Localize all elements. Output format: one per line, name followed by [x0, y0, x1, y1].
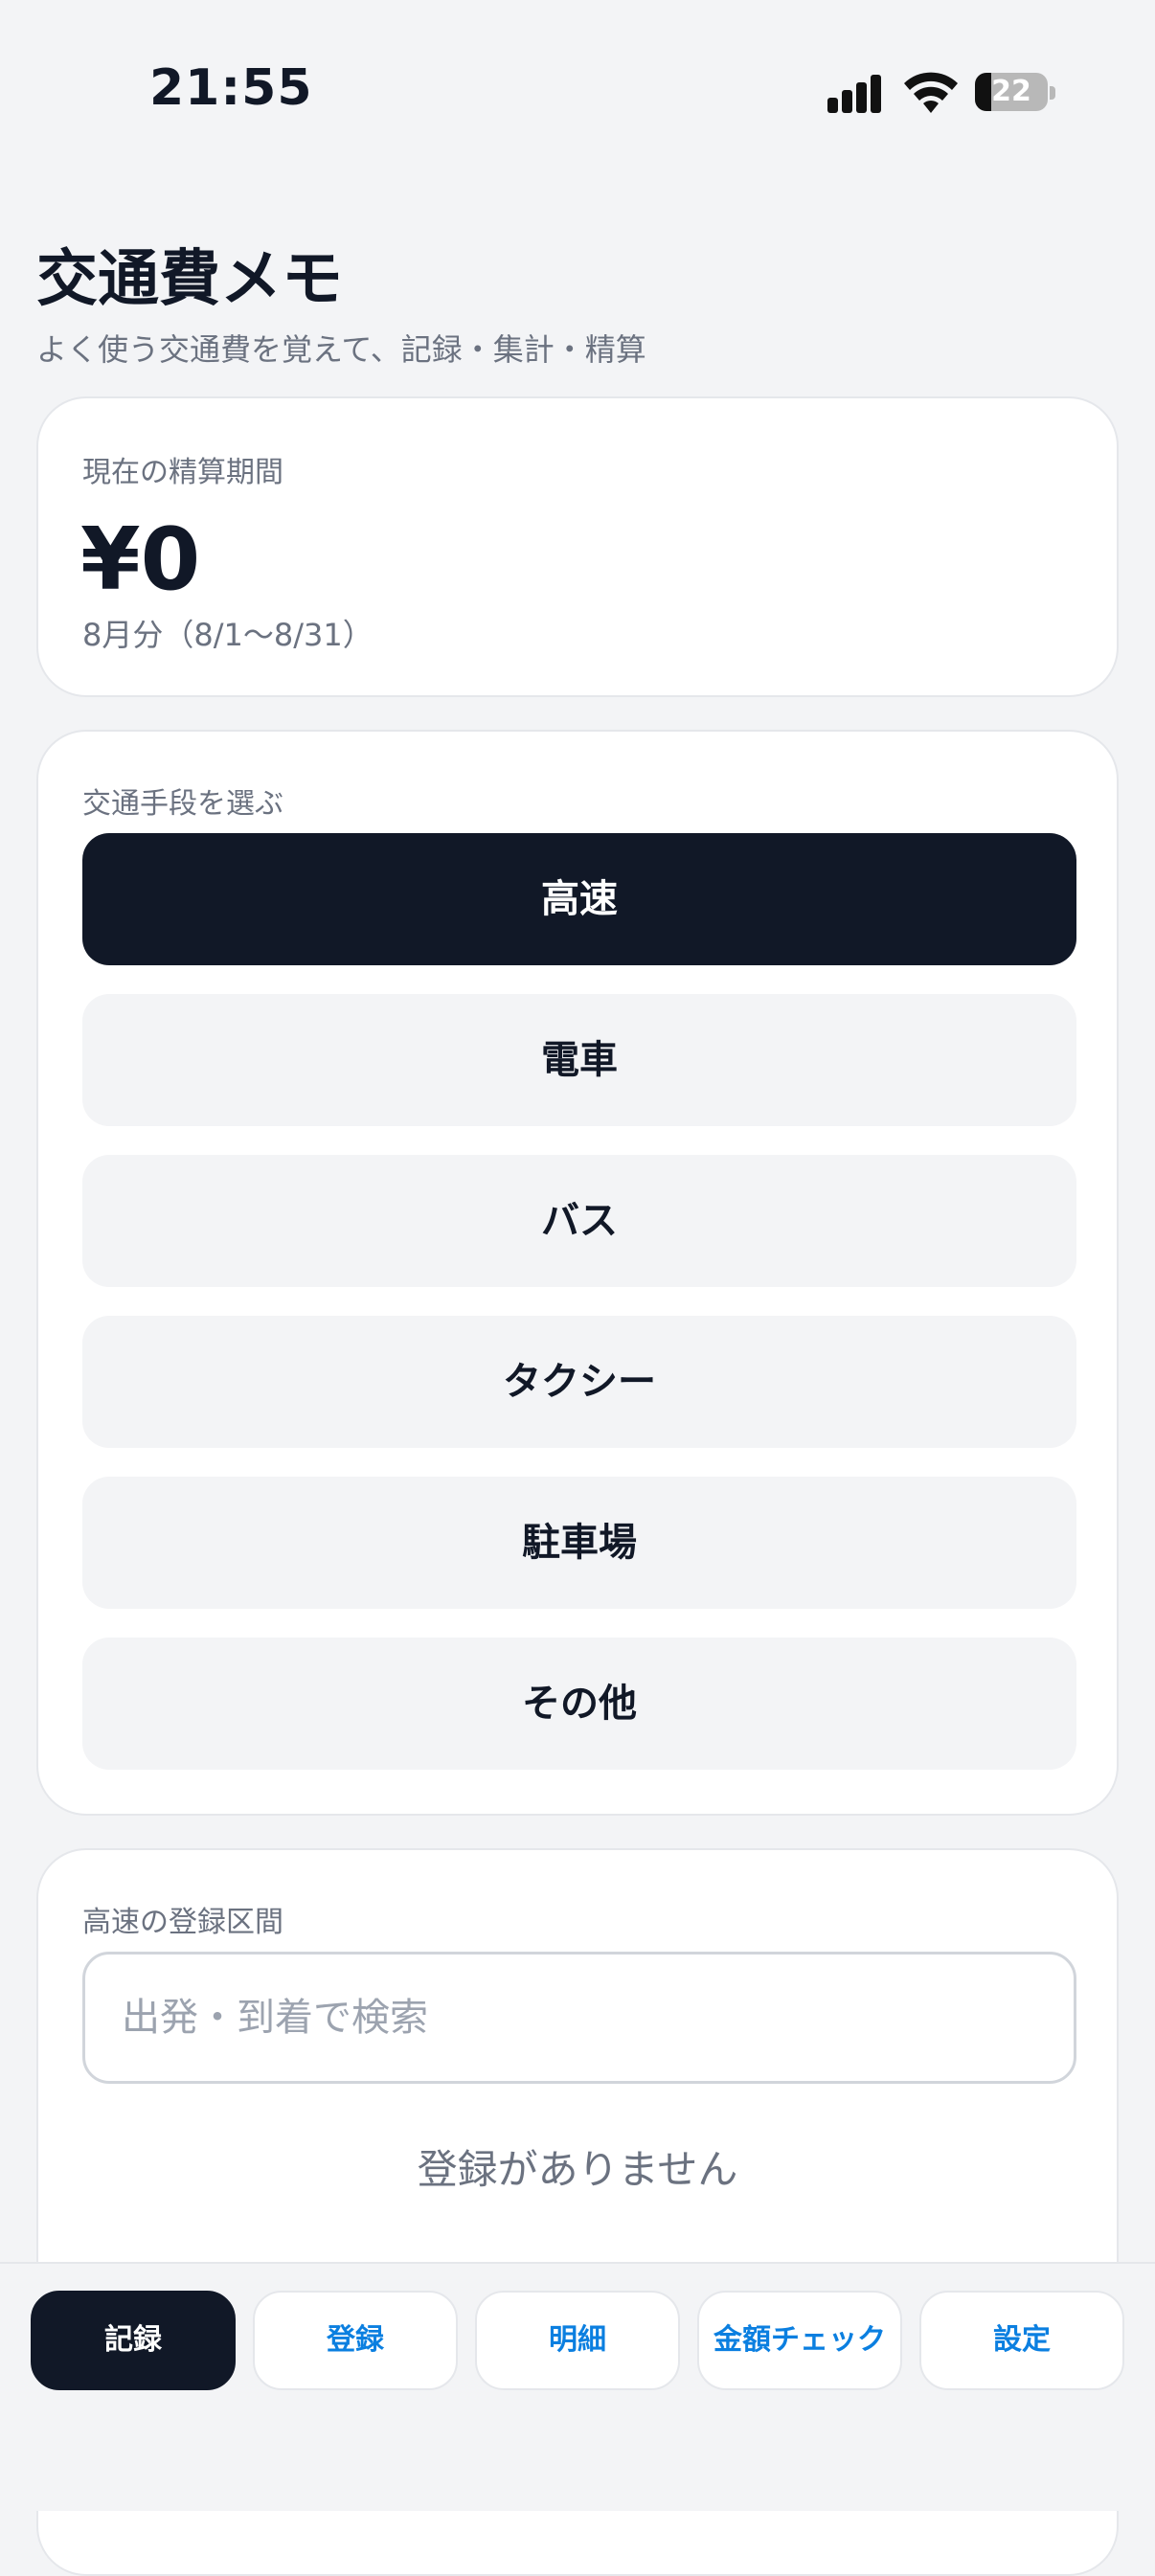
settlement-period-card: 現在の精算期間 ¥0 8月分（8/1〜8/31） — [36, 396, 1119, 697]
mode-button-other[interactable]: その他 — [82, 1638, 1076, 1770]
status-bar: 21:55 22 — [0, 0, 1155, 144]
transport-mode-label: 交通手段を選ぶ — [82, 787, 283, 821]
mode-button-highway[interactable]: 高速 — [82, 833, 1076, 965]
bottom-tab-bar: 記録 登録 明細 金額チェック 設定 — [0, 2262, 1155, 2511]
mode-button-train[interactable]: 電車 — [82, 994, 1076, 1126]
tab-details[interactable]: 明細 — [475, 2291, 680, 2390]
mode-button-parking[interactable]: 駐車場 — [82, 1477, 1076, 1609]
tab-record[interactable]: 記録 — [31, 2291, 236, 2390]
status-time: 21:55 — [149, 59, 313, 117]
cellular-signal-icon — [827, 75, 883, 113]
period-total-amount: ¥0 — [80, 509, 201, 610]
period-label: 現在の精算期間 — [82, 456, 283, 489]
wifi-icon — [904, 72, 958, 113]
battery-level: 22 — [991, 75, 1031, 108]
route-search-input[interactable] — [82, 1952, 1076, 2084]
battery-icon: 22 — [975, 73, 1048, 111]
page-subtitle: よく使う交通費を覚えて、記録・集計・精算 — [36, 331, 646, 368]
empty-routes-message: 登録がありません — [417, 2146, 738, 2193]
mode-button-taxi[interactable]: タクシー — [82, 1316, 1076, 1448]
tab-settings[interactable]: 設定 — [919, 2291, 1124, 2390]
period-range: 8月分（8/1〜8/31） — [82, 617, 374, 653]
registered-routes-label: 高速の登録区間 — [82, 1906, 283, 1939]
tab-amount-check[interactable]: 金額チェック — [697, 2291, 902, 2390]
tab-register[interactable]: 登録 — [253, 2291, 458, 2390]
transport-mode-card: 交通手段を選ぶ 高速 電車 バス タクシー 駐車場 その他 — [36, 730, 1119, 1816]
battery-tip — [1050, 86, 1055, 100]
page-title: 交通費メモ — [36, 244, 343, 315]
mode-button-bus[interactable]: バス — [82, 1155, 1076, 1287]
